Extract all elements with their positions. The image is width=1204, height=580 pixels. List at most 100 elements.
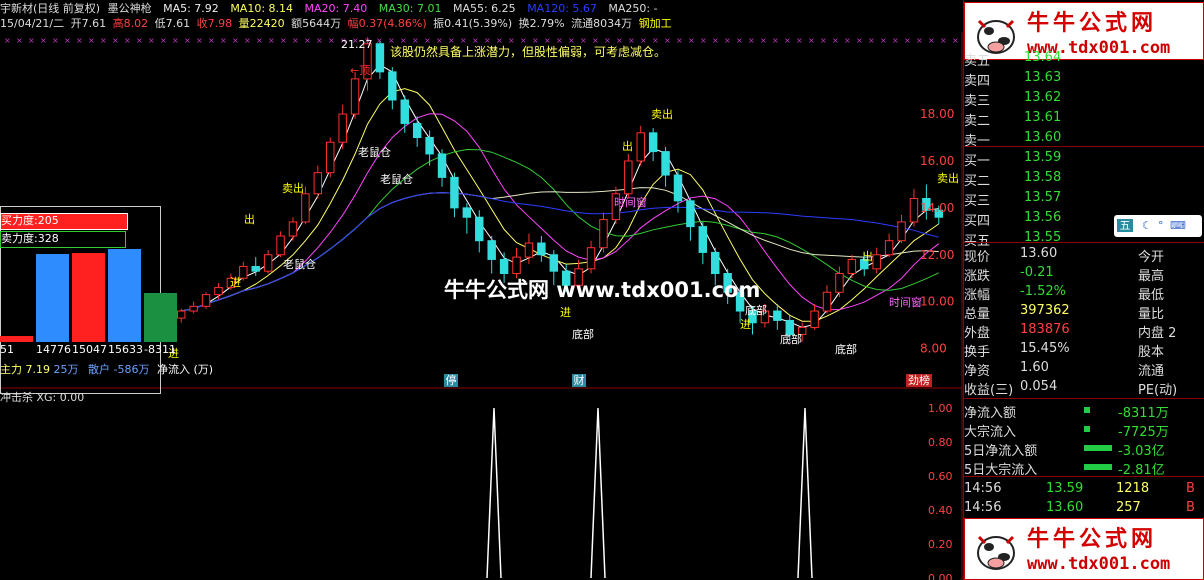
bid-row: 买一 13.59	[964, 148, 1204, 169]
old-mouse-label-1: 老鼠仓	[358, 146, 391, 159]
signal-dot: ×	[496, 36, 503, 45]
flow-separator	[964, 398, 1204, 399]
signal-dot: ×	[436, 36, 443, 45]
y-tick-label: 12.00	[920, 248, 954, 262]
y-tick-label: 14.00	[920, 201, 954, 215]
keyboard-icon[interactable]: ⌨	[1170, 219, 1186, 232]
power-bar	[0, 336, 33, 342]
power-bar-label: -8311	[144, 343, 176, 356]
signal-dot: ×	[580, 36, 587, 45]
candle-body	[835, 273, 844, 293]
bid-row-cell: 买一	[964, 154, 991, 169]
logo-title: 牛牛公式网	[1027, 11, 1158, 36]
marker-cai[interactable]: 财	[572, 374, 586, 387]
ma250-value: MA250: -	[608, 2, 658, 15]
ask-row-cell: 13.64	[1024, 50, 1062, 65]
sell-power-label: 卖力度:328	[0, 231, 126, 248]
sell-label-2: 卖出	[937, 172, 959, 185]
flow-bar	[1084, 445, 1112, 451]
candle-body	[214, 287, 223, 296]
signal-dot: ×	[652, 36, 659, 45]
peak-arrow-label: ←顶	[350, 64, 371, 77]
ask-row-cell: 13.62	[1024, 90, 1062, 105]
signal-dot: ×	[628, 36, 635, 45]
watermark-text: 牛牛公式网 www.tdx001.com	[444, 278, 761, 302]
ask-row-cell: 卖二	[964, 114, 991, 129]
candle-body	[524, 242, 534, 258]
flow-bar	[1084, 407, 1090, 413]
candle-body	[301, 193, 310, 223]
signal-dot: ×	[472, 36, 479, 45]
signal-dot: ×	[724, 36, 731, 45]
signal-dot: ×	[952, 36, 959, 45]
quote-separator	[964, 242, 1204, 243]
info-turnover: 换2.79%	[518, 17, 565, 30]
flow-line: 主力 7.19 25万 散户 -586万 净流入 (万)	[0, 363, 213, 376]
quote-row-cell: -0.21	[1020, 265, 1054, 280]
flow-main: 主力 7.19	[0, 363, 50, 376]
candle-body	[189, 305, 198, 312]
buy-power-label: 买力度:205	[0, 213, 128, 230]
candle-body	[847, 258, 857, 275]
bid-row-cell: 13.58	[1024, 170, 1062, 185]
indicator-y-label: 0.20	[928, 538, 953, 551]
signal-dot: ×	[196, 36, 203, 45]
signal-dot: ×	[124, 36, 131, 45]
signal-dot: ×	[52, 36, 59, 45]
ma10-value: MA10: 8.14	[230, 2, 294, 15]
signal-dot: ×	[568, 36, 575, 45]
bottom-label-1: 底部	[572, 328, 594, 341]
logo-title-bottom: 牛牛公式网	[1027, 527, 1158, 552]
tray-toolbar[interactable]: 五 ☾ ° ⌨	[1114, 215, 1202, 237]
power-bar	[144, 292, 177, 342]
candle-body	[338, 113, 347, 143]
marker-ting[interactable]: 停	[444, 374, 458, 387]
input-method-icon[interactable]: 五	[1117, 219, 1133, 232]
formula-name: 墨公神枪	[107, 2, 152, 15]
bid-row-cell: 买二	[964, 174, 991, 189]
signal-dot: ×	[508, 36, 515, 45]
signal-dot: ×	[304, 36, 311, 45]
bid-row-cell: 13.57	[1024, 190, 1062, 205]
candle-body	[375, 43, 385, 73]
ask-row-cell: 13.60	[1024, 130, 1062, 145]
indicator-y-label: 1.00	[928, 402, 953, 415]
info-date: 15/04/21/二	[0, 17, 65, 30]
bottom-label-3: 底部	[780, 333, 802, 346]
signal-dot: ×	[868, 36, 875, 45]
marker-qing[interactable]: 劲榜	[906, 374, 932, 387]
signal-dot: ×	[748, 36, 755, 45]
info-high: 高8.02	[112, 17, 149, 30]
candle-body	[450, 176, 459, 209]
tick-row-cell: 14:56	[964, 500, 1002, 515]
quote-row-cell: 15.45%	[1020, 341, 1070, 356]
signal-dot: ×	[40, 36, 47, 45]
moon-icon[interactable]: ☾	[1142, 219, 1152, 232]
bid-row: 买三 13.57	[964, 188, 1204, 209]
old-mouse-label-3: 老鼠仓	[283, 258, 316, 271]
power-bar-group: 51 14776 15047 15633 -8311	[0, 249, 177, 362]
y-tick-label: 10.00	[920, 295, 954, 309]
candle-body	[810, 310, 819, 328]
signal-dot: ×	[820, 36, 827, 45]
signal-dot: ×	[328, 36, 335, 45]
signal-dot: ×	[892, 36, 899, 45]
stock-title[interactable]: 宇新材(日线 前复权)	[0, 2, 100, 15]
signal-dot: ×	[232, 36, 239, 45]
jin-label-1: 进	[230, 276, 241, 289]
y-tick-label: 18.00	[920, 107, 954, 121]
ask-row-cell: 卖五	[964, 54, 991, 69]
quote-panel: 牛牛公式网 www.tdx001.com 卖五 13.64 卖四 13.63 卖三 13.…	[963, 0, 1204, 580]
info-change: 幅0.37(4.86%)	[347, 17, 427, 30]
signal-dot: ×	[388, 36, 395, 45]
info-sector[interactable]: 钢加工	[639, 17, 672, 30]
sell-label-3: 卖出	[282, 182, 304, 195]
logo-url-bottom[interactable]: www.tdx001.com	[1027, 554, 1170, 574]
power-bar-label: 51	[0, 343, 14, 356]
candle-body	[313, 172, 323, 195]
candle-body	[872, 254, 881, 270]
dot-icon[interactable]: °	[1158, 219, 1164, 232]
y-tick-label: 8.00	[920, 342, 947, 356]
candle-body	[512, 256, 521, 275]
cow-logo-icon-bottom	[977, 535, 1015, 570]
